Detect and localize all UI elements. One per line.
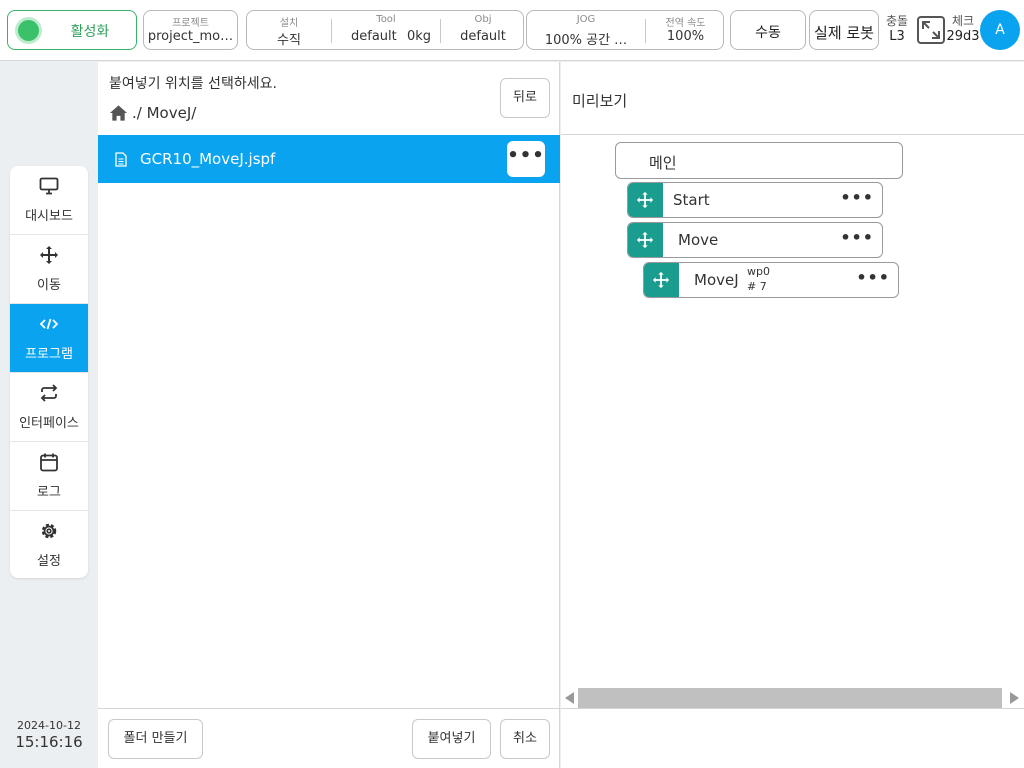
collision-indicator[interactable]: 충돌 L3 <box>884 13 910 45</box>
clock-time: 15:16:16 <box>15 733 83 751</box>
jog-value: 100% 공간 … <box>544 33 628 48</box>
breadcrumb-path[interactable]: ./ MoveJ/ <box>132 104 196 122</box>
move-icon <box>636 191 654 209</box>
real-robot-label: 실제 로봇 <box>814 24 874 42</box>
expand-icon[interactable] <box>917 16 945 44</box>
sidebar-item-dashboard[interactable]: 대시보드 <box>10 166 88 235</box>
tree-main-node[interactable]: 메인 <box>615 142 903 179</box>
checksum-value: 29d3 <box>946 29 980 44</box>
waypoint-label: wp0 <box>747 265 770 278</box>
sidebar-item-log[interactable]: 로그 <box>10 442 88 511</box>
sidebar-item-settings[interactable]: 설정 <box>10 511 88 578</box>
file-name: GCR10_MoveJ.jspf <box>140 150 276 168</box>
clock-date: 2024-10-12 <box>17 719 81 732</box>
jog-label: JOG <box>576 14 596 25</box>
tree-node-move[interactable]: Move ••• <box>627 222 883 258</box>
tree-node-movej[interactable]: MoveJ wp0 # 7 ••• <box>643 262 899 298</box>
move-icon <box>40 246 58 264</box>
preview-panel: 미리보기 메인 Start ••• Move ••• MoveJ wp0 # 7 <box>561 62 1024 768</box>
swap-icon <box>40 384 58 402</box>
sidebar-item-program[interactable]: 프로그램 <box>10 304 88 373</box>
node-label: MoveJ <box>694 271 739 289</box>
global-speed-label: 전역 속도 <box>665 18 706 29</box>
jog-panel[interactable]: JOG 100% 공간 … 전역 속도 100% <box>526 10 724 50</box>
node-more-button[interactable]: ••• <box>840 228 874 247</box>
horizontal-scrollbar[interactable] <box>561 688 1024 708</box>
sidebar-item-label: 프로그램 <box>25 347 73 362</box>
move-icon <box>652 271 670 289</box>
tool-selector[interactable]: Tool default 0kg <box>332 11 440 49</box>
checksum-label: 체크 <box>951 14 975 28</box>
sidebar-item-label: 이동 <box>37 278 61 293</box>
jog-setting[interactable]: JOG 100% 공간 … <box>527 11 645 49</box>
sidebar-item-label: 로그 <box>37 485 61 500</box>
activation-label: 활성화 <box>70 24 110 40</box>
install-value: 수직 <box>277 33 301 48</box>
side-navigation: 대시보드 이동 프로그램 인터페이스 로그 설정 <box>10 166 88 578</box>
gear-icon <box>41 523 57 539</box>
global-speed-setting[interactable]: 전역 속도 100% <box>646 11 725 49</box>
code-icon <box>39 318 59 330</box>
project-label: 프로젝트 <box>172 18 209 29</box>
paste-location-prompt: 붙여넣기 위치를 선택하세요. <box>109 76 277 92</box>
calendar-icon <box>40 453 58 472</box>
action-bar: 폴더 만들기 붙여넣기 취소 <box>98 708 560 768</box>
preview-footer <box>561 708 1024 768</box>
sidebar-item-move[interactable]: 이동 <box>10 235 88 304</box>
preview-title: 미리보기 <box>572 92 628 110</box>
installation-panel[interactable]: 설치 수직 Tool default 0kg Obj default <box>246 10 524 50</box>
file-list-item[interactable]: GCR10_MoveJ.jspf ••• <box>98 135 560 183</box>
node-label: Move <box>678 231 719 249</box>
obj-value: default <box>460 29 506 44</box>
real-robot-button[interactable]: 실제 로봇 <box>809 10 879 50</box>
drag-handle[interactable] <box>644 263 679 297</box>
scrollbar-thumb[interactable] <box>578 688 1002 708</box>
file-icon <box>115 152 127 167</box>
sidebar-item-interface[interactable]: 인터페이스 <box>10 373 88 442</box>
node-label: Start <box>673 191 710 209</box>
global-speed-value: 100% <box>666 29 705 44</box>
manual-mode-button[interactable]: 수동 <box>730 10 806 50</box>
drag-handle[interactable] <box>628 183 663 217</box>
project-value: project_mo… <box>147 29 234 44</box>
manual-mode-label: 수동 <box>755 25 781 41</box>
paste-button[interactable]: 붙여넣기 <box>412 719 491 759</box>
cancel-button[interactable]: 취소 <box>500 719 550 759</box>
top-bar: 활성화 프로젝트 project_mo… 설치 수직 Tool default … <box>0 0 1024 61</box>
create-folder-button[interactable]: 폴더 만들기 <box>108 719 203 759</box>
collision-value: L3 <box>889 29 905 44</box>
node-more-button[interactable]: ••• <box>840 188 874 207</box>
move-icon <box>636 231 654 249</box>
more-options-button[interactable]: ••• <box>507 141 545 177</box>
file-browser-panel: 붙여넣기 위치를 선택하세요. ./ MoveJ/ 뒤로 GCR10_MoveJ… <box>98 62 560 768</box>
main-label: 메인 <box>649 154 677 172</box>
sidebar-item-label: 인터페이스 <box>19 416 79 431</box>
status-indicator-icon <box>18 20 39 41</box>
obj-selector[interactable]: Obj default <box>441 11 525 49</box>
project-selector[interactable]: 프로젝트 project_mo… <box>143 10 238 50</box>
scroll-left-icon[interactable] <box>565 692 574 704</box>
install-label: 설치 <box>279 18 299 29</box>
install-mount[interactable]: 설치 수직 <box>247 11 331 49</box>
tree-node-start[interactable]: Start ••• <box>627 182 883 218</box>
back-button[interactable]: 뒤로 <box>500 78 550 118</box>
tool-value-weight: 0kg <box>406 29 431 44</box>
home-icon[interactable] <box>109 104 128 122</box>
activation-button[interactable]: 활성화 <box>7 10 137 50</box>
tool-label: Tool <box>376 14 396 25</box>
checksum-indicator: 체크 29d3 <box>946 13 980 45</box>
monitor-icon <box>39 177 59 195</box>
breadcrumb: ./ MoveJ/ <box>109 102 196 124</box>
line-number: # 7 <box>747 280 767 293</box>
scroll-right-icon[interactable] <box>1010 692 1019 704</box>
preview-header: 미리보기 <box>561 62 1024 135</box>
avatar[interactable]: A <box>980 10 1020 50</box>
node-more-button[interactable]: ••• <box>856 268 890 287</box>
drag-handle[interactable] <box>628 223 663 257</box>
obj-label: Obj <box>474 14 492 25</box>
sidebar-item-label: 대시보드 <box>25 209 73 224</box>
sidebar-item-label: 설정 <box>37 554 61 569</box>
collision-label: 충돌 <box>885 14 909 28</box>
